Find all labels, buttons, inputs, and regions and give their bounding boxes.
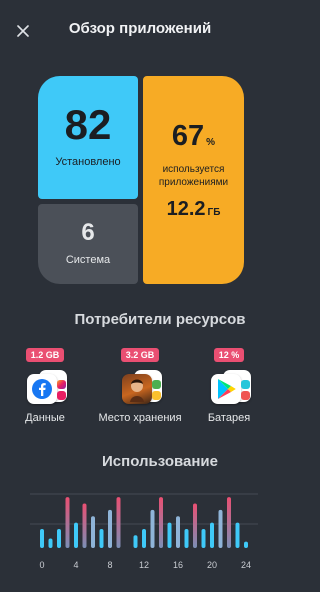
consumer-badge: 1.2 GB	[25, 348, 65, 362]
google-play-icon	[211, 374, 241, 404]
usage-bar	[108, 509, 112, 548]
header: Обзор приложений	[0, 0, 280, 64]
usage-bar	[184, 528, 189, 548]
overview-tiles: 82 Установлено 6 Система 67% используетс…	[38, 76, 244, 284]
consumer-label: Место хранения	[98, 412, 182, 424]
app-icon	[241, 391, 250, 400]
usage-bar	[57, 528, 61, 548]
usage-title: Использование	[102, 453, 218, 470]
usage-size: 12.2 ГБ	[143, 199, 244, 219]
usage-bar	[193, 503, 197, 548]
app-icon	[152, 391, 161, 400]
usage-bar	[176, 516, 180, 548]
x-tick-label: 4	[73, 560, 78, 570]
x-tick-label: 0	[39, 560, 44, 570]
usage-bar	[227, 497, 231, 548]
x-tick-label: 24	[241, 560, 251, 570]
usage-bar	[65, 497, 70, 548]
usage-bar	[82, 503, 87, 548]
app-icon	[152, 380, 161, 389]
usage-bar	[244, 541, 248, 548]
installed-tile[interactable]: 82 Установлено	[38, 76, 138, 199]
facebook-icon	[27, 374, 57, 404]
usage-bar	[99, 528, 104, 548]
app-usage-tile[interactable]: 67% используется приложениями 12.2 ГБ	[143, 76, 244, 284]
game-app-icon	[122, 374, 152, 404]
consumer-badge: 12 %	[213, 348, 245, 362]
consumers-title: Потребители ресурсов	[74, 311, 246, 328]
installed-count: 82	[64, 101, 112, 148]
usage-bar	[167, 522, 172, 548]
consumer-label: Батарея	[207, 412, 251, 424]
usage-bar	[74, 522, 78, 548]
system-label: Система	[65, 254, 111, 266]
usage-bar	[133, 535, 138, 548]
usage-size-value: 12.2	[166, 198, 206, 220]
page-title: Обзор приложений	[68, 20, 212, 37]
x-tick-label: 16	[173, 560, 183, 570]
consumer-label: Данные	[25, 412, 65, 424]
x-tick-label: 12	[139, 560, 149, 570]
app-icon	[241, 380, 250, 389]
usage-percent: 67%	[143, 122, 244, 151]
usage-percent-unit: %	[206, 137, 216, 148]
consumer-battery[interactable]: 12 % Батарея	[184, 345, 274, 424]
usage-bar	[150, 509, 155, 548]
system-count: 6	[81, 219, 95, 246]
system-tile[interactable]: 6 Система	[38, 204, 138, 284]
usage-bar	[210, 522, 214, 548]
installed-label: Установлено	[55, 156, 121, 168]
usage-percent-value: 67	[171, 120, 205, 152]
usage-bar	[159, 497, 163, 548]
consumer-badge: 3.2 GB	[120, 348, 160, 362]
usage-label: используется приложениями	[158, 164, 229, 188]
usage-bar	[218, 509, 223, 548]
usage-size-unit: ГБ	[207, 207, 221, 218]
usage-bar	[116, 497, 121, 548]
app-icon-stack	[205, 368, 253, 406]
x-tick-label: 8	[107, 560, 112, 570]
usage-bar	[201, 528, 206, 548]
x-tick-label: 20	[207, 560, 217, 570]
usage-bar	[142, 528, 146, 548]
consumer-storage[interactable]: 3.2 GB Место хранения	[95, 345, 185, 424]
usage-bar	[40, 528, 44, 548]
app-icon-stack	[21, 368, 69, 406]
app-icon	[57, 391, 66, 400]
app-icon-stack	[116, 368, 164, 406]
usage-bar	[91, 516, 95, 548]
instagram-icon	[57, 380, 66, 389]
usage-bar	[48, 538, 53, 548]
usage-bar	[235, 522, 240, 548]
usage-chart: 0 4 8 12 16 20 24	[30, 493, 258, 570]
consumer-data[interactable]: 1.2 GB Данные	[0, 345, 90, 424]
